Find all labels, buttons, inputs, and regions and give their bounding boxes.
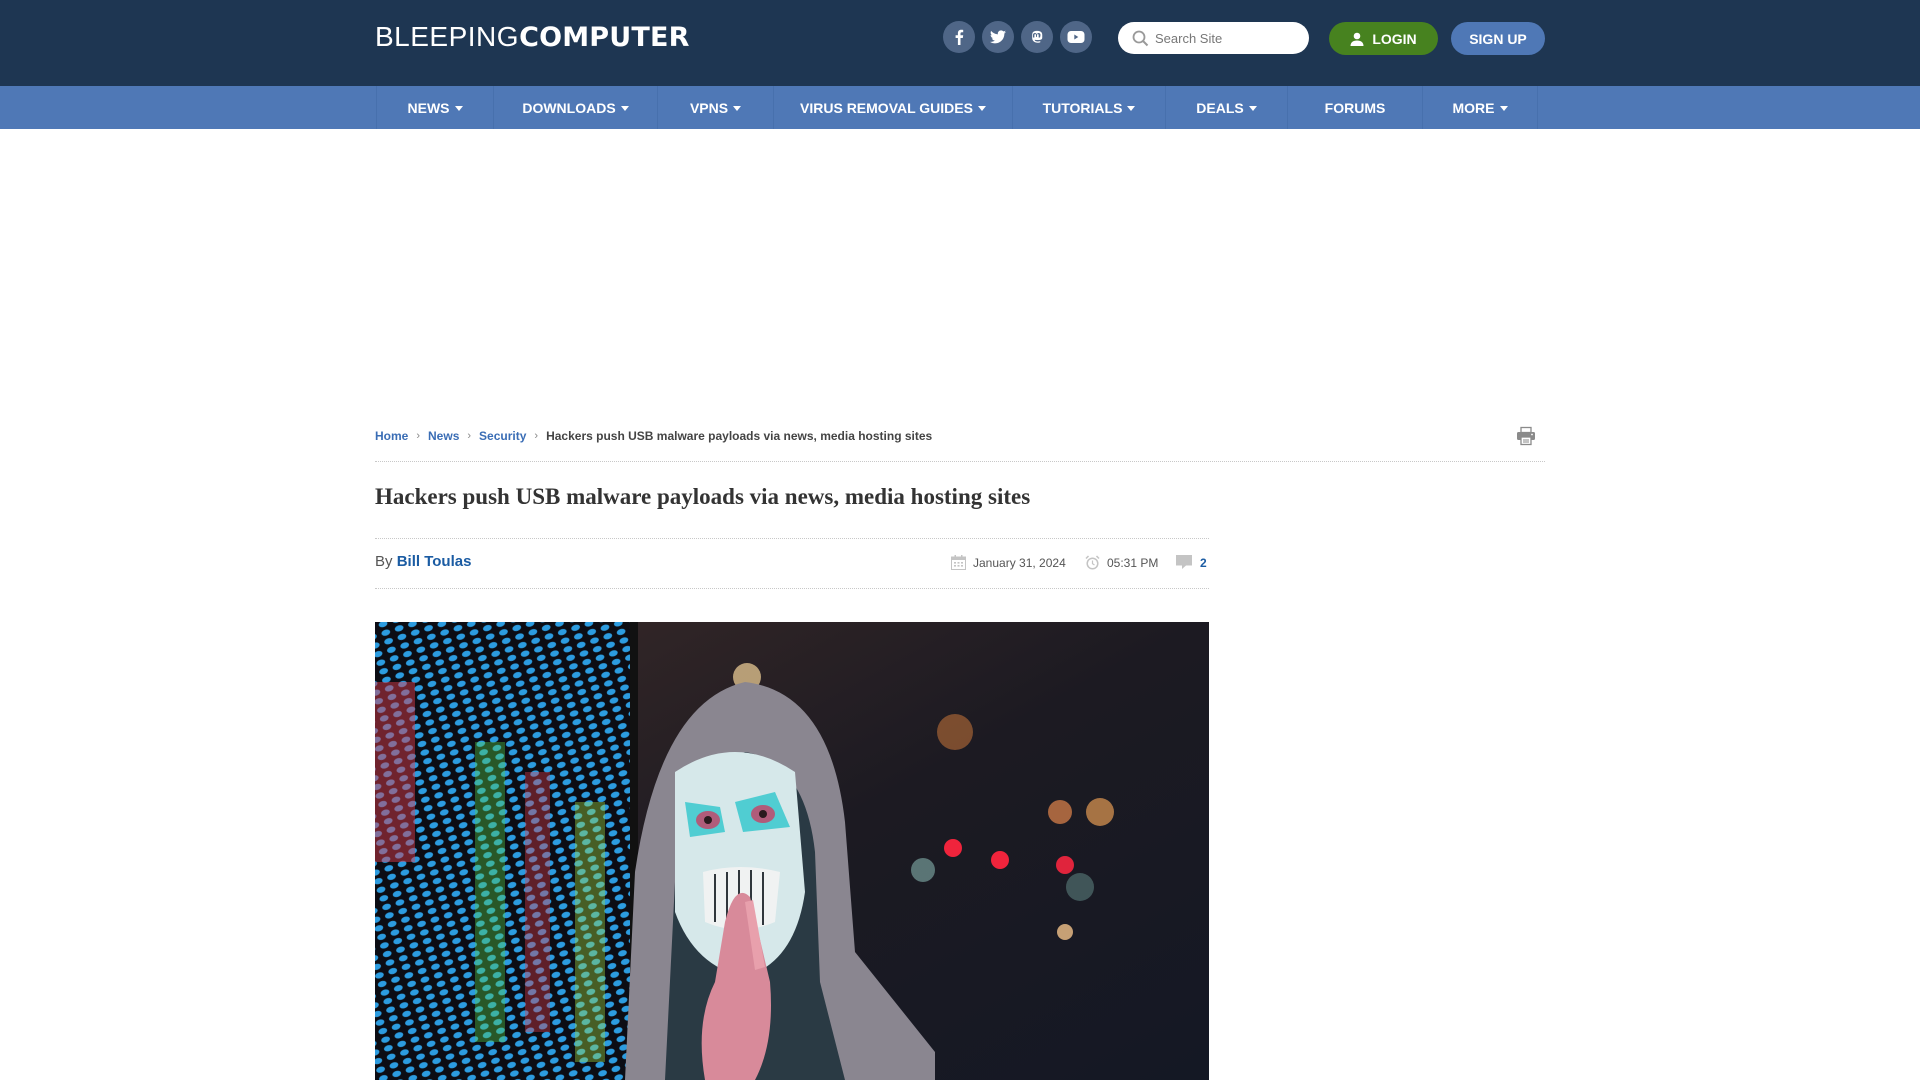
site-header: BLEEPINGCOMPUTER LOGIN SIGN UP: [0, 0, 1920, 86]
article-time: 05:31 PM: [1085, 555, 1158, 570]
hacker-skull-mask-image: [375, 622, 1209, 1080]
caret-down-icon: [1127, 105, 1136, 111]
alarm-clock-icon: [1085, 555, 1100, 570]
article-date: January 31, 2024: [951, 555, 1066, 570]
nav-item-downloads[interactable]: DOWNLOADS: [493, 86, 657, 129]
search-icon: [1132, 30, 1149, 46]
article-hero-image: [375, 622, 1209, 1080]
caret-down-icon: [1499, 105, 1508, 111]
signup-button[interactable]: SIGN UP: [1451, 22, 1545, 55]
nav-item-tutorials[interactable]: TUTORIALS: [1012, 86, 1165, 129]
search-input[interactable]: [1155, 30, 1295, 46]
nav-item-virus-removal-guides[interactable]: VIRUS REMOVAL GUIDES: [773, 86, 1012, 129]
divider: [375, 588, 1209, 589]
nav-item-forums[interactable]: FORUMS: [1287, 86, 1422, 129]
breadcrumb: Home › News › Security › Hackers push US…: [375, 429, 932, 443]
nav-item-vpns[interactable]: VPNS: [657, 86, 773, 129]
printer-icon: [1517, 426, 1535, 446]
chevron-right-icon: ›: [534, 430, 539, 442]
caret-down-icon: [454, 105, 463, 111]
chevron-right-icon: ›: [467, 430, 472, 442]
main-nav: NEWS DOWNLOADS VPNS VIRUS REMOVAL GUIDES…: [0, 86, 1920, 129]
nav-item-more[interactable]: MORE: [1422, 86, 1538, 129]
breadcrumb-security[interactable]: Security: [479, 429, 526, 443]
mastodon-link[interactable]: [1021, 21, 1053, 53]
caret-down-icon: [1248, 105, 1257, 111]
twitter-icon: [990, 30, 1006, 44]
article-byline: By Bill Toulas: [375, 553, 472, 570]
twitter-link[interactable]: [982, 21, 1014, 53]
caret-down-icon: [733, 105, 742, 111]
breadcrumb-news[interactable]: News: [428, 429, 459, 443]
facebook-icon: [955, 29, 964, 45]
caret-down-icon: [977, 105, 986, 111]
comments-count[interactable]: 2: [1200, 556, 1207, 570]
user-icon: [1350, 32, 1364, 46]
youtube-link[interactable]: [1060, 21, 1092, 53]
site-logo[interactable]: BLEEPINGCOMPUTER: [375, 20, 690, 55]
article-title: Hackers push USB malware payloads via ne…: [375, 484, 1031, 509]
print-button[interactable]: [1516, 426, 1536, 451]
article-comments[interactable]: 2: [1176, 555, 1207, 570]
divider: [375, 461, 1545, 462]
login-button[interactable]: LOGIN: [1329, 22, 1438, 55]
breadcrumb-current: Hackers push USB malware payloads via ne…: [546, 429, 933, 443]
nav-item-deals[interactable]: DEALS: [1165, 86, 1287, 129]
calendar-icon: [951, 555, 966, 570]
search-box[interactable]: [1118, 22, 1309, 54]
caret-down-icon: [620, 105, 629, 111]
comment-icon: [1176, 555, 1192, 570]
chevron-right-icon: ›: [416, 430, 421, 442]
divider: [375, 538, 1209, 539]
facebook-link[interactable]: [943, 21, 975, 53]
youtube-icon: [1067, 31, 1085, 43]
breadcrumb-home[interactable]: Home: [375, 429, 408, 443]
mastodon-icon: [1032, 30, 1043, 43]
author-link[interactable]: Bill Toulas: [397, 553, 472, 570]
nav-item-news[interactable]: NEWS: [376, 86, 493, 129]
